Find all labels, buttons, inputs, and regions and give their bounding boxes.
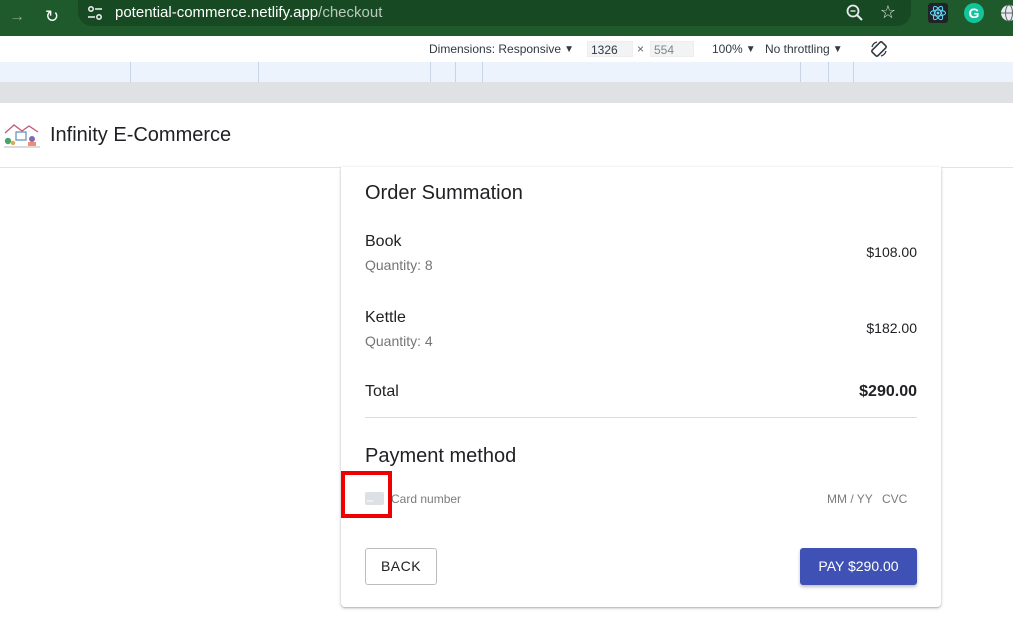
star-icon[interactable]: ☆ [878, 2, 898, 22]
card-cvc-input[interactable]: CVC [882, 491, 907, 507]
order-item-price: $108.00 [866, 244, 917, 260]
brand-title[interactable]: Infinity E-Commerce [50, 122, 231, 148]
react-devtools-icon[interactable] [928, 3, 948, 23]
dimensions-label: Dimensions: Responsive [429, 42, 562, 56]
throttling-label: No throttling [765, 42, 830, 56]
width-input[interactable]: 1326 [587, 41, 633, 57]
total-label: Total [365, 383, 399, 400]
divider [365, 417, 917, 418]
throttling-dropdown[interactable]: No throttling ▼ [765, 36, 843, 63]
card-number-input[interactable]: Card number [391, 491, 461, 507]
total-value: $290.00 [859, 383, 917, 400]
back-button[interactable]: BACK [365, 548, 437, 585]
url-host: potential-commerce.netlify.app [115, 4, 319, 21]
highlight-box [341, 471, 392, 518]
order-item-name: Kettle [365, 309, 406, 326]
dimensions-dropdown[interactable]: Dimensions: Responsive ▼ [429, 36, 574, 63]
url-path: /checkout [318, 4, 383, 21]
order-item-quantity: Quantity: 8 [365, 257, 433, 273]
height-input[interactable]: 554 [650, 41, 694, 57]
forward-icon[interactable]: → [6, 6, 28, 28]
zoom-icon[interactable] [845, 3, 865, 23]
reload-icon[interactable]: ↻ [40, 5, 64, 29]
order-item-quantity: Quantity: 4 [365, 333, 433, 349]
app-bar: Infinity E-Commerce [0, 103, 1013, 168]
rotate-icon[interactable] [870, 40, 888, 58]
url-text[interactable]: potential-commerce.netlify.app/checkout [115, 4, 382, 22]
viewport-gutter [0, 82, 1013, 103]
logo-icon [4, 124, 40, 148]
caret-down-icon: ▼ [832, 44, 843, 55]
card-input-field[interactable]: Card number MM / YY CVC [365, 487, 917, 513]
order-item-name: Book [365, 233, 402, 250]
grammarly-icon[interactable]: G [964, 3, 984, 23]
page-viewport: Infinity E-Commerce Order Summation Book… [0, 103, 1013, 621]
payment-method-title: Payment method [365, 445, 517, 467]
zoom-dropdown[interactable]: 100% ▼ [712, 36, 756, 63]
order-summary-title: Order Summation [365, 182, 523, 204]
globe-icon[interactable] [999, 3, 1013, 23]
card-expiry-input[interactable]: MM / YY [827, 491, 873, 507]
checkout-card: Order Summation Book Quantity: 8 $108.00… [341, 167, 941, 607]
order-item-price: $182.00 [866, 320, 917, 336]
caret-down-icon: ▼ [564, 44, 574, 55]
times-sign: × [637, 42, 645, 56]
pay-button[interactable]: PAY $290.00 [800, 548, 917, 585]
caret-down-icon: ▼ [745, 44, 756, 55]
site-info-icon[interactable] [86, 4, 104, 22]
zoom-label: 100% [712, 42, 743, 56]
media-query-ruler[interactable] [0, 62, 1013, 83]
